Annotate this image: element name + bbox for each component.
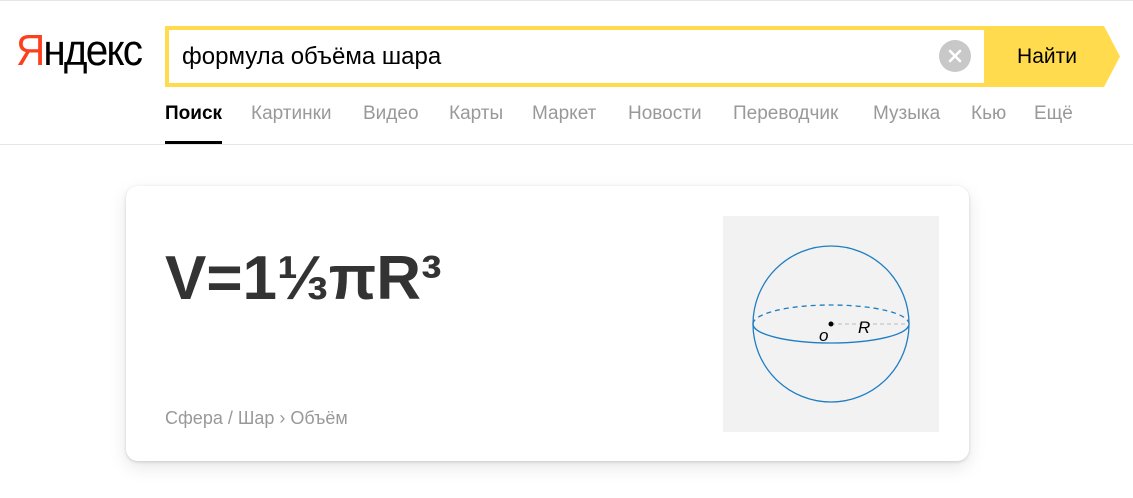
center-point [828,321,834,327]
tab-market[interactable]: Маркет [532,100,596,145]
logo-rest: ндекс [43,26,143,75]
formula-card: V=1⅓πR³ Сфера / Шар › Объём o R [126,186,969,461]
search-button-label: Найти [1017,45,1077,68]
tab-q[interactable]: Кью [971,100,1006,145]
search-button[interactable]: Найти [984,26,1120,87]
breadcrumb-separator: › [279,408,286,428]
breadcrumb-item-sphere[interactable]: Сфера / Шар [165,408,274,428]
search-box [165,26,990,87]
header-divider [0,144,1133,145]
sphere-diagram: o R [723,216,939,432]
tab-more[interactable]: Ещё [1034,100,1073,145]
top-border [0,0,1133,4]
search-input[interactable] [169,30,929,83]
radius-label: R [858,318,870,337]
breadcrumb-item-volume[interactable]: Объём [290,408,347,428]
close-icon [948,49,962,63]
sphere-illustration: o R [752,245,910,403]
tab-translator[interactable]: Переводчик [733,100,838,145]
search-bar: Найти [165,26,1120,87]
clear-search-button[interactable] [939,40,971,72]
logo-first-letter: Я [16,26,45,75]
tab-images[interactable]: Картинки [251,100,332,145]
equator-back [752,304,910,325]
formula-text: V=1⅓πR³ [165,244,442,313]
breadcrumb: Сфера / Шар › Объём [165,408,348,429]
tab-video[interactable]: Видео [363,100,419,145]
yandex-logo[interactable]: Яндекс [16,26,143,80]
tab-search[interactable]: Поиск [165,100,223,145]
equator-front [752,323,910,344]
tab-news[interactable]: Новости [628,100,702,145]
center-label: o [819,326,828,345]
tab-music[interactable]: Музыка [873,100,940,145]
tab-maps[interactable]: Карты [449,100,503,145]
